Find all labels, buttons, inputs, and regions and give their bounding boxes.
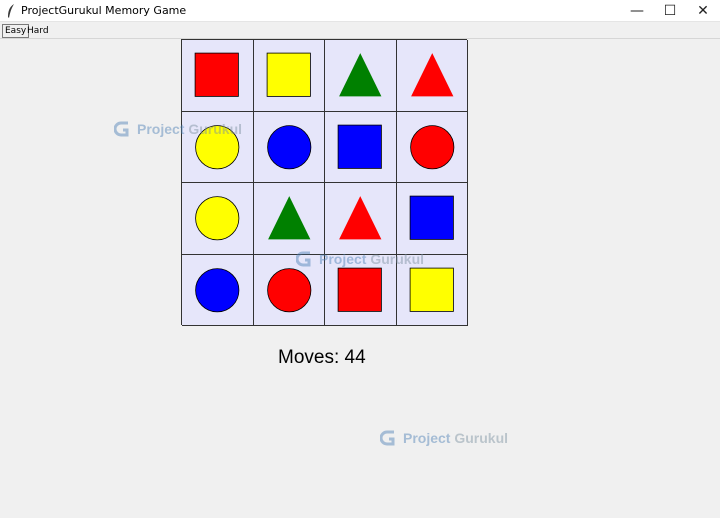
square-icon bbox=[409, 195, 454, 240]
tile-4-3[interactable] bbox=[325, 254, 397, 326]
hard-menu-button[interactable]: Hard bbox=[24, 24, 52, 38]
tile-1-2[interactable] bbox=[253, 40, 325, 112]
square-icon bbox=[266, 52, 311, 97]
circle-icon bbox=[266, 124, 311, 169]
circle-icon bbox=[195, 267, 240, 312]
watermark: Project Gurukul bbox=[380, 428, 508, 448]
circle-icon bbox=[409, 124, 454, 169]
tile-3-1[interactable] bbox=[182, 183, 254, 255]
tile-1-3[interactable] bbox=[325, 40, 397, 112]
watermark-text: Project Gurukul bbox=[403, 430, 508, 446]
circle-icon bbox=[195, 124, 240, 169]
minimize-icon: — bbox=[630, 3, 644, 19]
tile-3-2[interactable] bbox=[253, 183, 325, 255]
tile-4-2[interactable] bbox=[253, 254, 325, 326]
tile-3-3[interactable] bbox=[325, 183, 397, 255]
triangle-icon bbox=[339, 196, 382, 240]
close-button[interactable]: ✕ bbox=[680, 0, 720, 22]
square-icon bbox=[337, 124, 382, 169]
triangle-icon bbox=[410, 53, 453, 97]
close-icon: ✕ bbox=[697, 3, 709, 19]
tile-2-4[interactable] bbox=[396, 111, 468, 183]
menu-bar: Easy Hard bbox=[0, 22, 720, 39]
tile-4-4[interactable] bbox=[396, 254, 468, 326]
square-icon bbox=[337, 267, 382, 312]
maximize-icon: ☐ bbox=[663, 3, 677, 19]
square-icon bbox=[194, 52, 239, 97]
triangle-icon bbox=[267, 196, 310, 240]
window-title: ProjectGurukul Memory Game bbox=[21, 4, 187, 17]
tile-1-1[interactable] bbox=[182, 40, 254, 112]
tile-2-2[interactable] bbox=[253, 111, 325, 183]
moves-counter: Moves: 44 bbox=[278, 347, 366, 368]
watermark-logo-icon bbox=[114, 121, 129, 137]
watermark-prefix: Project bbox=[137, 121, 185, 137]
tile-4-1[interactable] bbox=[182, 254, 254, 326]
tile-2-1[interactable] bbox=[182, 111, 254, 183]
watermark-suffix: Gurukul bbox=[454, 430, 509, 446]
tile-1-4[interactable] bbox=[396, 40, 468, 112]
tile-3-4[interactable] bbox=[396, 183, 468, 255]
title-bar: ProjectGurukul Memory Game — ☐ ✕ bbox=[0, 0, 720, 22]
game-board bbox=[181, 39, 468, 326]
circle-icon bbox=[195, 196, 240, 241]
triangle-icon bbox=[339, 53, 382, 97]
feather-icon bbox=[8, 4, 14, 18]
watermark-logo-icon bbox=[380, 430, 395, 446]
watermark-prefix: Project bbox=[403, 430, 451, 446]
square-icon bbox=[409, 267, 454, 312]
circle-icon bbox=[266, 267, 311, 312]
tile-2-3[interactable] bbox=[325, 111, 397, 183]
